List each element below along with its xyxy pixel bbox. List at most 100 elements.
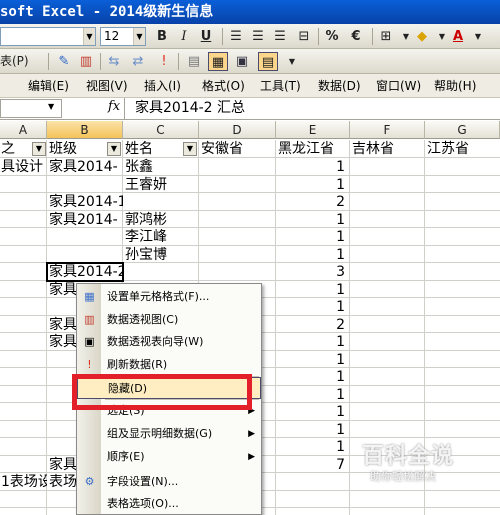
- column-header-b[interactable]: B: [47, 121, 123, 139]
- bold-button[interactable]: B: [152, 27, 172, 46]
- table-cell[interactable]: 具设计: [1, 158, 47, 177]
- highlight-box: [72, 374, 252, 410]
- submenu-arrow-icon: ▶: [248, 429, 255, 439]
- table-cell[interactable]: 李江峰: [125, 228, 199, 247]
- menu-item[interactable]: ⚙ 字段设置(N)...: [77, 471, 261, 493]
- table-cell[interactable]: [1, 333, 47, 352]
- table-cell[interactable]: [276, 473, 348, 492]
- refresh-icon: !: [87, 358, 92, 371]
- menu-item[interactable]: ▦ 设置单元格格式(F)...: [77, 286, 261, 308]
- dropdown-icon[interactable]: ▼: [107, 142, 121, 156]
- menu-item[interactable]: ▥ 数据透视图(C): [77, 309, 261, 331]
- column-header-e[interactable]: E: [276, 121, 350, 139]
- fill-color-icon[interactable]: ◆: [412, 27, 432, 46]
- align-left-icon[interactable]: ☰: [226, 27, 246, 46]
- menu-item[interactable]: 顺序(E) ▶: [77, 446, 261, 468]
- menu-edit[interactable]: 编辑(E): [28, 78, 69, 94]
- column-header-f[interactable]: F: [350, 121, 425, 139]
- underline-button[interactable]: U: [196, 27, 216, 46]
- formatting-toolbar: ▼ 12 ▼ B I U ☰ ☰ ☰ ⊟ % € ⊞ ▼ ◆ ▼ A ▼: [0, 24, 500, 49]
- table-cell[interactable]: 3: [276, 263, 348, 282]
- font-name-combo[interactable]: ▼: [0, 27, 96, 46]
- table-cell[interactable]: 家具2014-: [49, 158, 123, 177]
- pivot-menu-button[interactable]: 表(P): [0, 52, 46, 71]
- field-settings-icon[interactable]: ▣: [232, 52, 252, 71]
- align-right-icon[interactable]: ☰: [270, 27, 290, 46]
- menu-item-label: 设置单元格格式(F)...: [107, 290, 210, 303]
- menu-item[interactable]: ▣ 数据透视表向导(W): [77, 331, 261, 353]
- pivot-toolbar: 表(P) ✎ ▥ ⇆ ⇄ ! ▤ ▦ ▣ ▤ ▼: [0, 49, 500, 74]
- align-center-icon[interactable]: ☰: [248, 27, 268, 46]
- table-cell[interactable]: 2: [276, 193, 348, 212]
- table-cell[interactable]: [1, 263, 47, 282]
- menu-item-label: 数据透视表向导(W): [107, 335, 204, 348]
- font-color-icon[interactable]: A: [448, 27, 468, 46]
- field-list-icon[interactable]: ▤: [258, 52, 278, 71]
- pivot-chart-icon: ▥: [84, 313, 95, 326]
- refresh-icon[interactable]: !: [154, 52, 174, 71]
- chevron-down-icon[interactable]: ▼: [133, 28, 145, 45]
- euro-button[interactable]: €: [346, 27, 366, 46]
- table-cell[interactable]: [1, 403, 47, 422]
- table-cell[interactable]: 1表场设: [1, 473, 47, 492]
- menu-item[interactable]: 组及显示明细数据(G) ▶: [77, 423, 261, 445]
- table-cell[interactable]: [1, 193, 47, 212]
- dropdown-icon[interactable]: ▼: [183, 142, 197, 156]
- font-size-combo[interactable]: 12 ▼: [100, 27, 146, 46]
- chevron-down-icon[interactable]: ▼: [83, 28, 95, 45]
- chevron-down-icon[interactable]: ▼: [48, 102, 54, 111]
- table-cell[interactable]: 1: [276, 333, 348, 352]
- window-title: soft Excel - 2014级新生信息: [0, 0, 500, 24]
- menu-item-label: 数据透视图(C): [107, 313, 179, 326]
- pivot-wizard-icon: ▣: [84, 335, 95, 348]
- table-cell[interactable]: 1: [276, 158, 348, 177]
- watermark: 百科全说 助你轻松解决: [348, 438, 468, 492]
- table-cell[interactable]: [125, 263, 199, 282]
- always-display-icon[interactable]: ▦: [208, 52, 228, 71]
- table-cell[interactable]: 1: [276, 403, 348, 422]
- submenu-arrow-icon: ▶: [248, 452, 255, 462]
- table-cell[interactable]: 1: [276, 438, 348, 457]
- menu-insert[interactable]: 插入(I): [144, 78, 181, 94]
- dropdown-icon[interactable]: ▼: [32, 142, 46, 156]
- formula-bar: ▼ fx 家具2014-2 汇总: [0, 98, 500, 120]
- menu-bar: · 编辑(E) 视图(V) 插入(I) 格式(O) 工具(T) 数据(D) 窗口…: [0, 74, 500, 98]
- borders-icon[interactable]: ⊞: [376, 27, 396, 46]
- format-report-icon[interactable]: ✎: [54, 52, 74, 71]
- table-cell[interactable]: [1, 368, 47, 387]
- formula-input[interactable]: 家具2014-2 汇总: [124, 98, 500, 119]
- menu-item[interactable]: 表格选项(O)...: [77, 493, 261, 515]
- fx-icon[interactable]: fx: [108, 99, 120, 114]
- selected-cell: [46, 262, 124, 282]
- menu-format[interactable]: 格式(O): [202, 78, 245, 94]
- merge-center-icon[interactable]: ⊟: [294, 27, 314, 46]
- table-cell[interactable]: [125, 193, 199, 212]
- table-cell[interactable]: 张鑫: [125, 158, 199, 177]
- menu-window[interactable]: 窗口(W): [376, 78, 421, 94]
- table-cell[interactable]: 1: [276, 368, 348, 387]
- chevron-down-icon[interactable]: ▼: [468, 27, 488, 46]
- column-header-a[interactable]: A: [0, 121, 47, 139]
- column-header-c[interactable]: C: [123, 121, 199, 139]
- italic-button[interactable]: I: [174, 27, 194, 46]
- percent-button[interactable]: %: [322, 27, 342, 46]
- table-cell[interactable]: [1, 438, 47, 457]
- table-cell[interactable]: 1: [276, 228, 348, 247]
- table-cell[interactable]: 家具2014-1 汇总: [49, 193, 123, 212]
- include-hidden-icon[interactable]: ▤: [184, 52, 204, 71]
- column-header-d[interactable]: D: [199, 121, 276, 139]
- table-cell[interactable]: [1, 228, 47, 247]
- menu-item[interactable]: ! 刷新数据(R): [77, 354, 261, 376]
- table-cell[interactable]: 1: [276, 298, 348, 317]
- show-detail-icon[interactable]: ⇄: [128, 52, 148, 71]
- column-header-g[interactable]: G: [425, 121, 500, 139]
- menu-help[interactable]: 帮助(H): [434, 78, 476, 94]
- table-cell[interactable]: [1, 298, 47, 317]
- chevron-down-icon[interactable]: ▼: [282, 52, 302, 71]
- menu-tools[interactable]: 工具(T): [260, 78, 301, 94]
- pivot-chart-icon[interactable]: ▥: [76, 52, 96, 71]
- hide-detail-icon[interactable]: ⇆: [104, 52, 124, 71]
- menu-view[interactable]: 视图(V): [86, 78, 128, 94]
- table-cell[interactable]: [49, 228, 123, 247]
- menu-data[interactable]: 数据(D): [318, 78, 361, 94]
